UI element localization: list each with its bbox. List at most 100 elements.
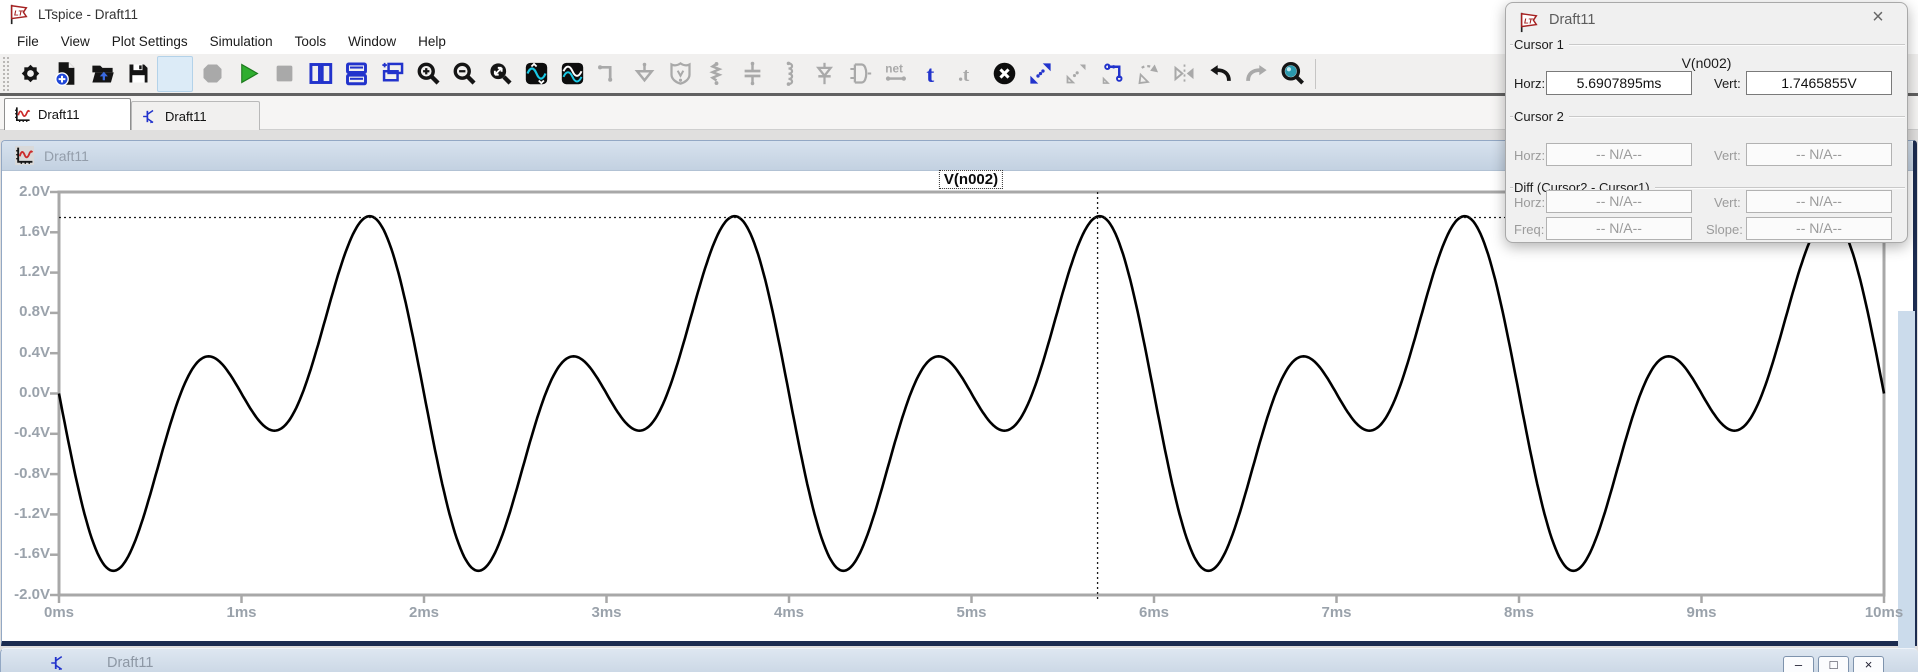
svg-text:t: t (962, 65, 969, 86)
y-axis-label: -2.0V (3, 586, 50, 603)
tab-draft11-waveform[interactable]: Draft11 (4, 98, 131, 130)
delete-icon[interactable] (987, 57, 1021, 91)
schematic-tab-icon (141, 108, 158, 125)
move-icon[interactable] (1023, 57, 1057, 91)
zoom-in-icon[interactable] (411, 57, 445, 91)
maximize-button[interactable]: □ (1818, 656, 1849, 672)
drag-icon (1059, 57, 1093, 91)
menu-item-tools[interactable]: Tools (284, 31, 338, 52)
settings-gear-icon[interactable] (13, 57, 47, 91)
wire-icon (591, 57, 625, 91)
y-axis-label: -0.8V (3, 465, 50, 482)
diff-horz-value: -- N/A-- (1546, 190, 1692, 213)
y-axis-label: -0.4V (3, 424, 50, 441)
y-axis-label: 0.4V (3, 344, 50, 361)
zoom-extents-icon[interactable] (483, 57, 517, 91)
y-axis-label: -1.6V (3, 545, 50, 562)
cursor1-trace-name: V(n002) (1506, 55, 1907, 71)
open-file-icon[interactable] (85, 57, 119, 91)
component-icon (843, 57, 877, 91)
empty-highlighted-button[interactable] (157, 56, 193, 92)
text-icon[interactable]: t (915, 57, 949, 91)
x-axis-label: 4ms (774, 604, 804, 621)
menu-item-plot-settings[interactable]: Plot Settings (101, 31, 199, 52)
y-axis-label: 0.8V (3, 303, 50, 320)
waveform-tab-icon (14, 106, 31, 123)
diff-vert-label: Vert: (1714, 195, 1741, 210)
tab-label: Draft11 (165, 109, 207, 124)
y-axis-label: 1.6V (3, 223, 50, 240)
menu-item-file[interactable]: File (6, 31, 50, 52)
cursor2-group-label: Cursor 2 (1513, 109, 1569, 124)
halt-icon (267, 57, 301, 91)
tile-horizontal-icon[interactable] (339, 57, 373, 91)
x-axis-label: 1ms (226, 604, 256, 621)
resistor-icon (699, 57, 733, 91)
minimize-button[interactable]: – (1783, 656, 1814, 672)
close-icon[interactable]: × (1866, 6, 1890, 29)
close-button[interactable]: × (1853, 656, 1884, 672)
label-net-icon (663, 57, 697, 91)
cursor1-vert-value[interactable]: 1.7465855V (1746, 71, 1892, 95)
redo-icon (1239, 57, 1273, 91)
menu-item-simulation[interactable]: Simulation (199, 31, 284, 52)
x-axis-label: 7ms (1321, 604, 1351, 621)
undo-icon[interactable] (1203, 57, 1237, 91)
rotate-icon (1131, 57, 1165, 91)
new-schematic-icon[interactable] (49, 57, 83, 91)
tab-label: Draft11 (38, 107, 80, 122)
cursor2-horz-value: -- N/A-- (1546, 143, 1692, 166)
cursor1-horz-label: Horz: (1514, 76, 1545, 91)
menu-item-help[interactable]: Help (407, 31, 457, 52)
trace-label[interactable]: V(n002) (939, 170, 1003, 189)
inductor-icon (771, 57, 805, 91)
cursor2-horz-label: Horz: (1514, 148, 1545, 163)
cursor1-horz-value[interactable]: 5.6907895ms (1546, 71, 1692, 95)
search-icon[interactable] (1275, 57, 1309, 91)
y-axis-label: 2.0V (3, 183, 50, 200)
schematic-window-titlebar[interactable]: Draft11 – □ × (0, 648, 1918, 672)
autorange-y-icon[interactable] (519, 57, 553, 91)
zoom-out-icon[interactable] (447, 57, 481, 91)
save-icon[interactable] (121, 57, 155, 91)
cursor-panel-title: Draft11 (1549, 12, 1595, 28)
x-axis-label: 6ms (1139, 604, 1169, 621)
diff-freq-value: -- N/A-- (1546, 217, 1692, 240)
cursor2-vert-value: -- N/A-- (1746, 143, 1892, 166)
diff-slope-value: -- N/A-- (1746, 217, 1892, 240)
run-icon[interactable] (231, 57, 265, 91)
svg-text:LT: LT (1524, 16, 1534, 25)
menu-item-view[interactable]: View (50, 31, 101, 52)
schematic-window-icon (49, 654, 67, 672)
cursor-readout-panel[interactable]: LT Draft11 × Cursor 1 V(n002) Horz: 5.69… (1505, 2, 1908, 243)
schematic-window-title: Draft11 (107, 655, 153, 671)
svg-text:LT: LT (14, 8, 24, 17)
ltspice-logo-icon: LT (1517, 11, 1541, 33)
toolbar-grip[interactable] (3, 57, 9, 91)
y-axis-label: 1.2V (3, 263, 50, 280)
waveform-pane-icon[interactable] (555, 57, 589, 91)
diff-horz-label: Horz: (1514, 195, 1545, 210)
netlist-icon: net (879, 57, 913, 91)
waveform-window-icon (15, 146, 34, 165)
tile-vertical-icon[interactable] (303, 57, 337, 91)
x-axis-label: 9ms (1686, 604, 1716, 621)
tab-draft11-schematic[interactable]: Draft11 (131, 101, 260, 130)
diff-slope-label: Slope: (1706, 222, 1743, 237)
x-axis-label: 5ms (956, 604, 986, 621)
cascade-windows-icon[interactable] (375, 57, 409, 91)
diff-vert-value: -- N/A-- (1746, 190, 1892, 213)
stop-sign-icon (195, 57, 229, 91)
x-axis-label: 10ms (1865, 604, 1903, 621)
toolbar-separator (1315, 59, 1316, 89)
x-axis-label: 0ms (44, 604, 74, 621)
ground-icon (627, 57, 661, 91)
waveform-window-title: Draft11 (44, 148, 89, 164)
svg-text:t: t (926, 62, 934, 87)
stretch-wire-icon[interactable] (1095, 57, 1129, 91)
menu-item-window[interactable]: Window (337, 31, 407, 52)
cursor2-vert-label: Vert: (1714, 148, 1741, 163)
ltspice-app: LT LTspice - Draft11 FileViewPlot Settin… (0, 0, 1918, 672)
cursor1-vert-label: Vert: (1714, 76, 1741, 91)
x-axis-label: 3ms (591, 604, 621, 621)
